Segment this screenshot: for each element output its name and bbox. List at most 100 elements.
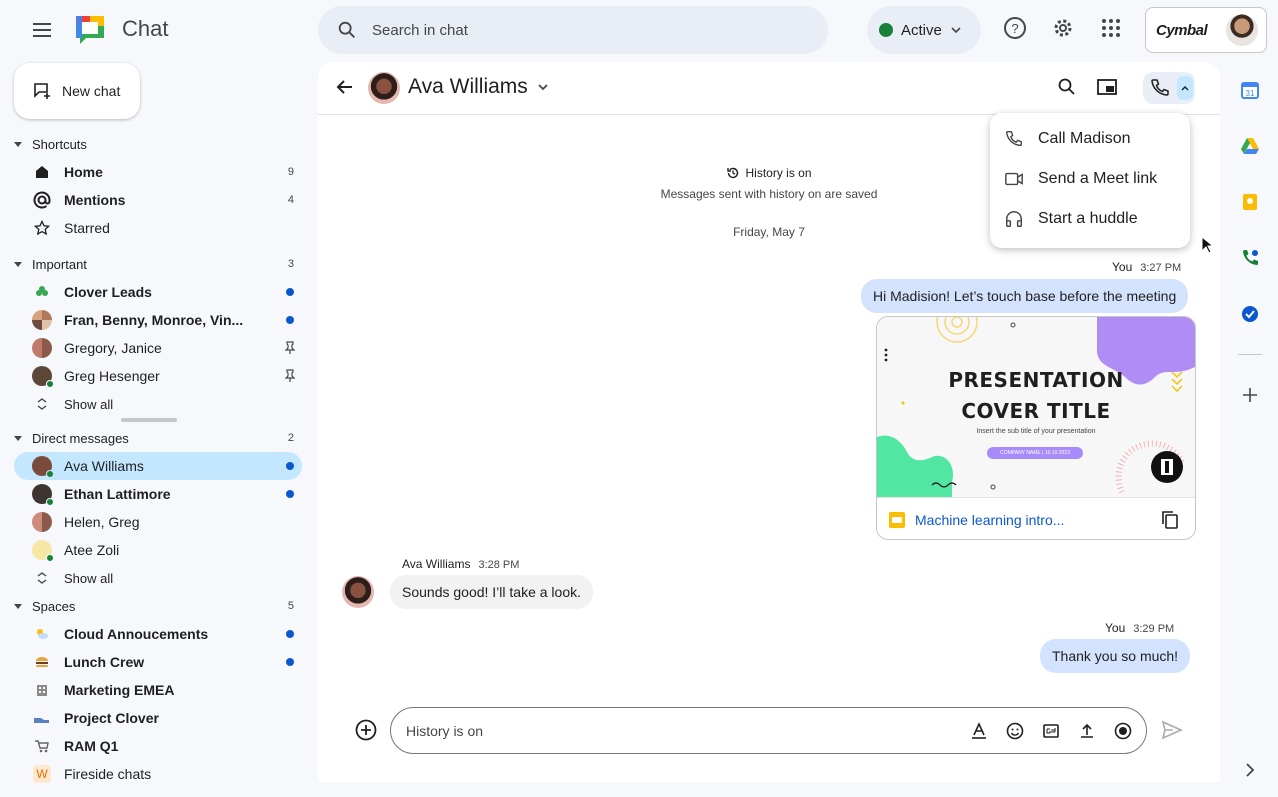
unread-dot <box>286 316 294 324</box>
search-icon <box>338 21 355 38</box>
copy-icon[interactable] <box>1161 510 1179 530</box>
show-all-direct-messages[interactable]: Show all <box>14 564 302 592</box>
apps-grid-icon[interactable] <box>1099 16 1123 40</box>
add-addon-icon[interactable] <box>1240 385 1260 405</box>
sidebar-item-starred[interactable]: Starred <box>14 214 302 242</box>
at-icon <box>32 190 52 210</box>
more-vert-icon[interactable] <box>883 347 889 363</box>
new-chat-button[interactable]: New chat <box>14 63 140 119</box>
calendar-icon[interactable]: 31 <box>1240 80 1260 100</box>
section-shortcuts[interactable]: Shortcuts <box>0 130 310 158</box>
expand-icon <box>32 568 52 588</box>
sidebar-item-helen-greg[interactable]: Helen, Greg <box>14 508 302 536</box>
unread-dot <box>286 630 294 638</box>
sidebar-item-ava-williams[interactable]: Ava Williams <box>14 452 302 480</box>
sidebar-item-ram-q1[interactable]: RAM Q1 <box>14 732 302 760</box>
app-title: Chat <box>122 16 169 41</box>
phone-icon[interactable] <box>1149 77 1171 99</box>
unread-dot <box>286 490 294 498</box>
message-composer[interactable]: History is on <box>390 707 1147 754</box>
sidebar-item-clover-leads[interactable]: Clover Leads <box>14 278 302 306</box>
message-input[interactable]: History is on <box>406 723 483 739</box>
video-icon <box>1005 172 1023 186</box>
settings-gear-icon[interactable] <box>1051 16 1075 40</box>
sidebar-item-label: Starred <box>64 220 110 236</box>
show-all-label: Show all <box>64 396 114 412</box>
voice-phone-icon[interactable] <box>1240 248 1260 268</box>
section-important[interactable]: Important 3 <box>0 250 310 278</box>
sidebar-item-fireside-chats[interactable]: W Fireside chats <box>14 760 302 788</box>
back-arrow-icon[interactable] <box>334 76 356 98</box>
sidebar-item-gregory-janice[interactable]: Gregory, Janice <box>14 334 302 362</box>
sidebar-item-ethan-lattimore[interactable]: Ethan Lattimore <box>14 480 302 508</box>
slide-preview[interactable]: PRESENTATION COVER TITLE Insert the sub t… <box>877 317 1195 497</box>
search-bar[interactable]: Search in chat <box>318 6 828 54</box>
message-meta: You 3:27 PM <box>1112 260 1181 274</box>
status-dropdown[interactable]: Active <box>867 6 981 54</box>
unread-dot <box>286 658 294 666</box>
chevron-right-icon[interactable] <box>1240 760 1260 780</box>
tasks-icon[interactable] <box>1240 304 1260 324</box>
drive-icon[interactable] <box>1240 136 1260 156</box>
menu-item-meet-link[interactable]: Send a Meet link <box>990 159 1190 199</box>
sidebar-item-cloud-annoucements[interactable]: Cloud Annoucements <box>14 620 302 648</box>
emoji-icon[interactable] <box>1005 721 1025 741</box>
attachment-link[interactable]: Machine learning intro... <box>915 512 1064 528</box>
attachment-card[interactable]: PRESENTATION COVER TITLE Insert the sub t… <box>876 316 1196 540</box>
help-icon[interactable]: ? <box>1003 16 1027 40</box>
sidebar-item-mentions[interactable]: Mentions 4 <box>14 186 302 214</box>
section-direct-messages[interactable]: Direct messages 2 <box>0 424 310 452</box>
chevron-down-icon[interactable] <box>536 80 550 94</box>
status-dot <box>879 23 893 37</box>
sidebar-item-label: Fireside chats <box>64 766 152 782</box>
text-format-icon[interactable] <box>969 721 989 741</box>
section-spaces[interactable]: Spaces 5 <box>0 592 310 620</box>
add-attachment-icon[interactable] <box>354 718 378 742</box>
message-time: 3:29 PM <box>1133 623 1175 635</box>
sidebar-item-label: Marketing EMEA <box>64 682 175 698</box>
attachment-footer[interactable]: Machine learning intro... <box>877 497 1195 539</box>
record-video-icon[interactable] <box>1113 721 1133 741</box>
brand-logo: Cymbal <box>1156 21 1208 39</box>
sidebar-item-home[interactable]: Home 9 <box>14 158 302 186</box>
sidebar-item-marketing-emea[interactable]: Marketing EMEA <box>14 676 302 704</box>
sidebar-item-lunch-crew[interactable]: Lunch Crew <box>14 648 302 676</box>
caret-down-icon <box>14 603 22 609</box>
message-bubble[interactable]: Sounds good! I’ll take a look. <box>390 575 594 609</box>
account-switcher[interactable]: Cymbal <box>1145 7 1267 53</box>
show-all-important[interactable]: Show all <box>14 390 302 418</box>
contact-name[interactable]: Ava Williams <box>408 75 528 99</box>
menu-item-huddle[interactable]: Start a huddle <box>990 199 1190 239</box>
upload-icon[interactable] <box>1077 721 1097 741</box>
online-indicator <box>46 470 54 478</box>
message-bubble[interactable]: Thank you so much! <box>1040 639 1191 673</box>
sender-avatar[interactable] <box>342 576 374 608</box>
contact-avatar[interactable] <box>368 72 400 104</box>
sidebar-item-project-clover[interactable]: Project Clover <box>14 704 302 732</box>
keep-icon[interactable] <box>1240 192 1260 212</box>
sidebar-item-greg-hesenger[interactable]: Greg Hesenger <box>14 362 302 390</box>
chat-header: Ava Williams <box>318 62 1220 115</box>
gif-icon[interactable] <box>1041 721 1061 741</box>
sender-name: You <box>1105 621 1126 635</box>
mouse-cursor-icon <box>1201 236 1213 254</box>
space-letter-badge: W <box>32 764 52 784</box>
search-icon[interactable] <box>1056 76 1078 98</box>
new-chat-icon <box>34 83 50 99</box>
call-button-group[interactable] <box>1143 72 1195 104</box>
menu-item-label: Call Madison <box>1038 130 1131 147</box>
expand-icon <box>32 394 52 414</box>
search-input[interactable]: Search in chat <box>372 22 468 39</box>
main-menu-icon[interactable] <box>24 14 60 46</box>
sidebar-item-group[interactable]: Fran, Benny, Monroe, Vin... <box>14 306 302 334</box>
pin-icon[interactable] <box>284 369 296 383</box>
sidebar-scrollbar[interactable] <box>121 418 177 422</box>
message-bubble[interactable]: Hi Madision! Let’s touch base before the… <box>861 279 1189 313</box>
send-icon[interactable] <box>1160 718 1184 742</box>
picture-in-picture-icon[interactable] <box>1096 76 1118 98</box>
account-avatar[interactable] <box>1226 14 1258 46</box>
user-avatar <box>32 540 54 562</box>
sidebar-item-atee-zoli[interactable]: Atee Zoli <box>14 536 302 564</box>
pin-icon[interactable] <box>284 341 296 355</box>
menu-item-call[interactable]: Call Madison <box>990 119 1190 159</box>
